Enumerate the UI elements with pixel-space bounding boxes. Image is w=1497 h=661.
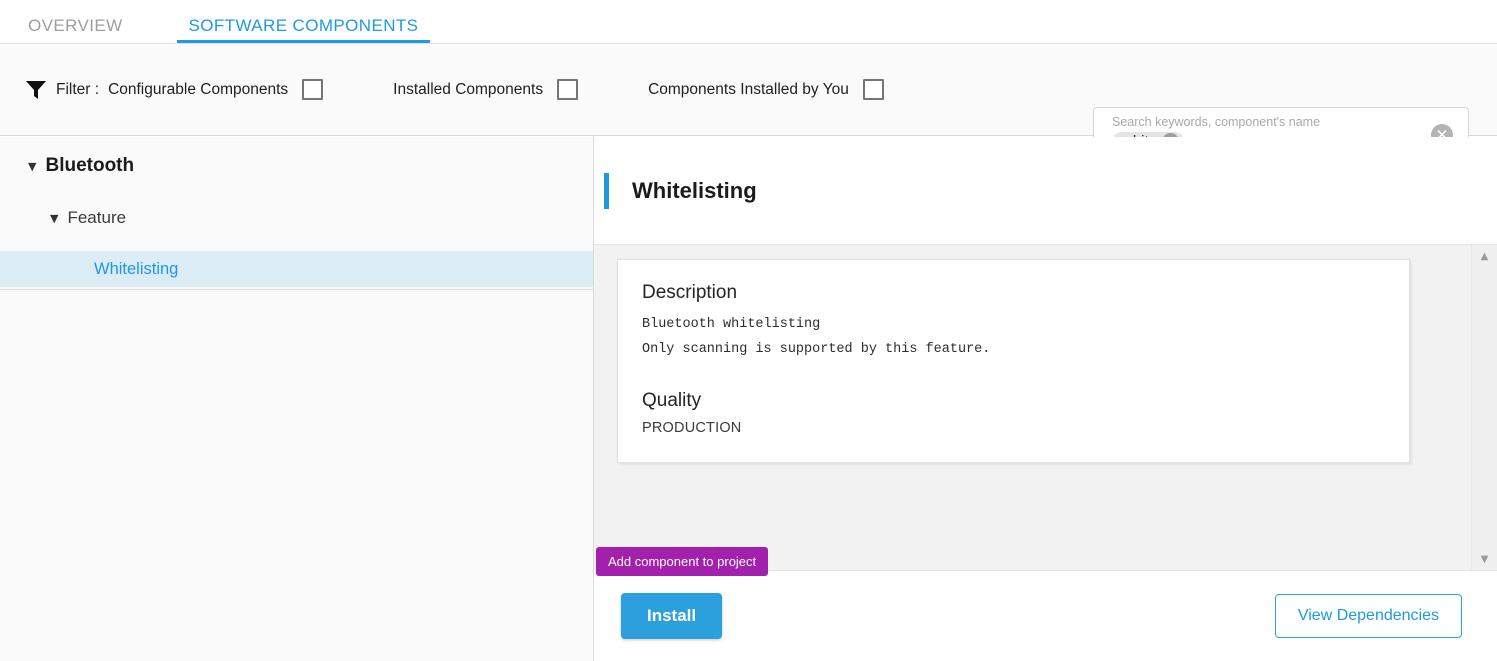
accent-bar (604, 172, 609, 209)
filter-option-installed-components[interactable]: Installed Components (393, 79, 579, 100)
tree-node-label: Bluetooth (45, 155, 135, 176)
view-dependencies-button[interactable]: View Dependencies (1274, 594, 1462, 638)
detail-scroll-area: Description Bluetooth whitelisting Only … (594, 245, 1472, 570)
tab-overview[interactable]: OVERVIEW (16, 17, 135, 43)
filter-option-label: Installed Components (393, 80, 544, 98)
search-placeholder: Search keywords, component's name (1112, 115, 1321, 129)
component-detail-panel: Whitelisting Description Bluetooth white… (594, 137, 1497, 661)
description-line: Only scanning is supported by this featu… (642, 342, 991, 357)
tab-software-components[interactable]: SOFTWARE COMPONENTS (176, 17, 431, 43)
checkbox-components-installed-by-you[interactable] (862, 79, 884, 100)
vertical-scrollbar[interactable]: ▲ ▼ (1471, 245, 1497, 570)
component-tree: ▼ Bluetooth ▼ Feature Whitelisting (0, 137, 593, 287)
filter-option-label: Components Installed by You (648, 80, 849, 98)
action-bar: Install View Dependencies (594, 570, 1497, 661)
checkbox-installed-components[interactable] (557, 79, 579, 100)
tree-node-feature[interactable]: ▼ Feature (0, 201, 593, 235)
tree-node-label: Feature (67, 208, 127, 227)
tree-node-label: Whitelisting (94, 259, 179, 278)
tree-node-whitelisting[interactable]: Whitelisting (0, 251, 593, 287)
filter-option-components-installed-by-you[interactable]: Components Installed by You (648, 79, 884, 100)
quality-value: PRODUCTION (642, 420, 742, 436)
filter-label: Filter : (56, 80, 100, 98)
description-card: Description Bluetooth whitelisting Only … (617, 259, 1410, 463)
checkbox-configurable-components[interactable] (302, 79, 324, 100)
tab-bar: OVERVIEW SOFTWARE COMPONENTS (0, 0, 1497, 44)
filter-bar: Filter : Configurable Components Install… (0, 44, 1497, 160)
chevron-down-icon[interactable]: ▼ (28, 161, 36, 172)
body-split: ▼ Bluetooth ▼ Feature Whitelisting White… (0, 137, 1497, 661)
chevron-down-icon[interactable]: ▼ (50, 213, 58, 224)
detail-header: Whitelisting (594, 137, 1497, 245)
install-tooltip: Add component to project (596, 547, 769, 576)
scroll-down-arrow-icon[interactable]: ▼ (1472, 550, 1497, 568)
description-line: Bluetooth whitelisting (642, 317, 821, 332)
tree-divider (0, 289, 593, 290)
funnel-icon (26, 80, 46, 99)
filter-option-label: Configurable Components (108, 80, 289, 98)
scroll-up-arrow-icon[interactable]: ▲ (1472, 247, 1497, 265)
quality-heading: Quality (642, 390, 702, 411)
page-title: Whitelisting (632, 177, 757, 203)
description-heading: Description (642, 282, 738, 303)
component-tree-sidebar: ▼ Bluetooth ▼ Feature Whitelisting (0, 137, 594, 661)
filter-option-configurable-components[interactable]: Configurable Components (108, 79, 324, 100)
install-button[interactable]: Install (621, 593, 723, 639)
tree-node-bluetooth[interactable]: ▼ Bluetooth (0, 149, 593, 183)
